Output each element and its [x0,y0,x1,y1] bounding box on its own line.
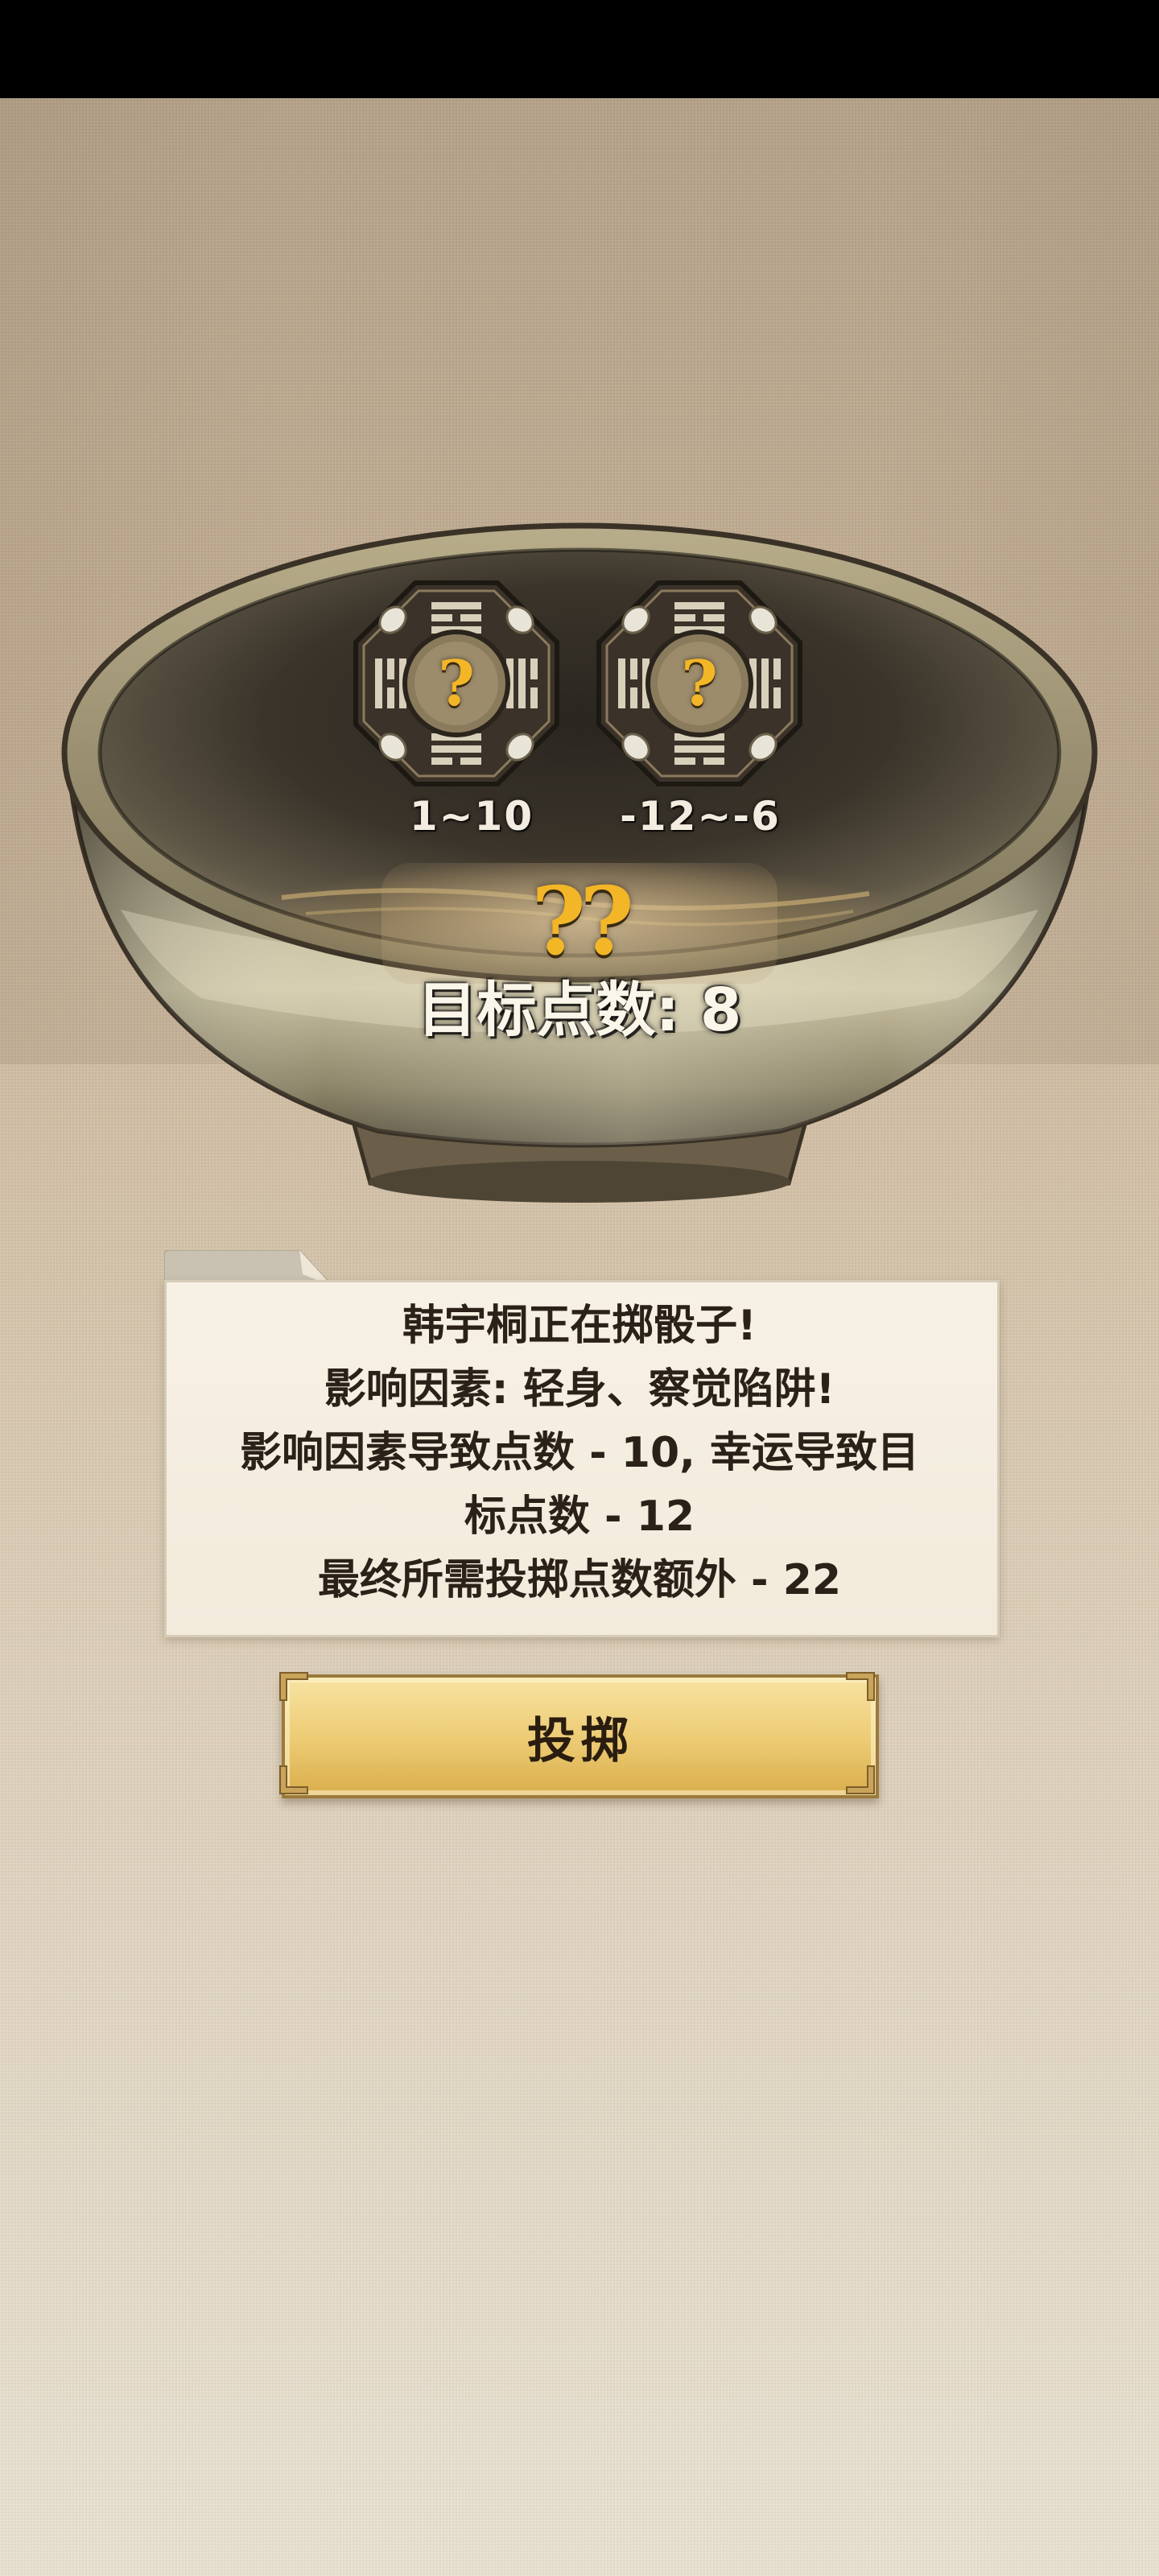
message-line-factors: 影响因素: 轻身、察觉陷阱! [324,1365,835,1414]
roll-button-label: 投掷 [527,1712,633,1769]
message-line-roller: 韩宇桐正在掷骰子! [402,1302,757,1350]
message-text: 韩宇桐正在掷骰子! 影响因素: 轻身、察觉陷阱! 影响因素导致点数 - 10, … [164,1294,995,1612]
button-corner-ornament [845,1671,876,1702]
button-corner-ornament [278,1671,309,1702]
message-line-effect-cont: 标点数 - 12 [464,1492,695,1541]
target-points: 目标点数: 8 [417,976,742,1045]
dice-2-face: ? [681,646,718,720]
roll-result: ?? [531,867,634,976]
roll-button[interactable]: 投掷 [282,1674,879,1798]
bagua-dice-1: ? [351,578,562,789]
message-line-final: 最终所需投掷点数额外 - 22 [317,1556,842,1604]
dice-bowl [0,0,1159,1240]
button-corner-ornament [278,1765,309,1795]
dice-2-range: -12~-6 [620,793,781,840]
message-line-effect: 影响因素导致点数 - 10, 幸运导致目 [239,1429,919,1477]
bagua-dice-2: ? [594,578,805,789]
button-corner-ornament [845,1765,876,1795]
dice-1-range: 1~10 [409,793,534,840]
dice-1-face: ? [438,646,475,720]
